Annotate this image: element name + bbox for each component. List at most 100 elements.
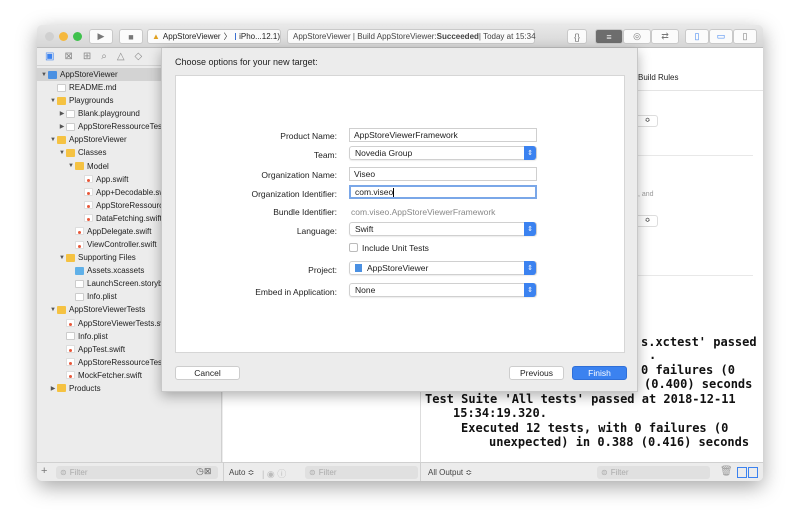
search-icon[interactable]: ⌕ xyxy=(101,51,107,62)
swift-icon xyxy=(84,188,93,197)
disclosure-triangle-icon[interactable]: ▼ xyxy=(49,98,57,104)
navigator-item-label: AppStoreViewerTests xyxy=(69,305,146,315)
close-button[interactable] xyxy=(45,32,54,41)
filter-icon: ⊜ xyxy=(601,468,608,477)
disclosure-triangle-icon[interactable]: ▼ xyxy=(58,255,66,261)
options-panel: Product Name: AppStoreViewerFramework Te… xyxy=(175,75,625,353)
navigator-item-label: ViewController.swift xyxy=(87,240,157,250)
console-line: 0 failures (0 xyxy=(641,363,735,377)
disclosure-triangle-icon[interactable]: ▼ xyxy=(49,307,57,313)
divider xyxy=(638,155,753,156)
disclosure-triangle-icon[interactable]: ▼ xyxy=(67,163,75,169)
zoom-button[interactable] xyxy=(73,32,82,41)
finish-button[interactable]: Finish xyxy=(572,366,627,380)
disclosure-triangle-icon[interactable]: ▼ xyxy=(40,72,48,78)
organization-name-field[interactable]: Viseo xyxy=(349,167,537,181)
select-arrows-icon: ⇕ xyxy=(524,222,536,236)
product-name-label: Product Name: xyxy=(280,131,337,141)
minimize-button[interactable] xyxy=(59,32,68,41)
navigator-item-label: Supporting Files xyxy=(78,253,136,263)
file-icon xyxy=(66,332,75,341)
console-line: 15:34:19.320. xyxy=(453,406,547,420)
folder-icon xyxy=(66,148,75,157)
previous-button[interactable]: Previous xyxy=(509,366,564,380)
cancel-button[interactable]: Cancel xyxy=(175,366,240,380)
filter-icon: ⊜ xyxy=(309,468,316,477)
navigator-item-label: App.swift xyxy=(96,174,129,184)
divider xyxy=(223,463,224,481)
recent-files-icon[interactable]: ◷⊠ xyxy=(196,466,211,477)
navigator-filter-input[interactable]: ⊜ Filter xyxy=(56,466,218,479)
embed-select[interactable]: None ⇕ xyxy=(349,283,537,297)
split-left-icon[interactable] xyxy=(737,467,747,478)
toolbar: ▶ ■ ▲ AppStoreViewer 〉 iPho...12.1) AppStor… xyxy=(37,25,763,48)
divider xyxy=(638,90,763,91)
product-name-field[interactable]: AppStoreViewerFramework xyxy=(349,128,537,142)
swift-icon xyxy=(84,175,93,184)
console-line: . xyxy=(649,348,657,362)
new-target-sheet: Choose options for your new target: Prod… xyxy=(161,48,638,392)
disclosure-triangle-icon[interactable]: ▶ xyxy=(58,110,66,117)
folder-icon xyxy=(57,384,66,393)
symbol-icon[interactable]: ⊞ xyxy=(83,51,91,62)
console-line: Executed 12 tests, with 0 failures (0 xyxy=(461,421,729,435)
console-line: Test Suite 'All tests' passed at 2018-12… xyxy=(425,392,736,406)
swift-icon xyxy=(75,227,84,236)
folder-icon[interactable]: ▣ xyxy=(45,51,54,62)
file-icon xyxy=(66,122,75,131)
run-button[interactable]: ▶ xyxy=(89,29,113,44)
swift-icon xyxy=(84,201,93,210)
assistant-editor-button[interactable]: ◎ xyxy=(623,29,651,44)
tab-build-rules[interactable]: Build Rules xyxy=(638,73,678,82)
split-right-icon[interactable] xyxy=(748,467,758,478)
swift-icon xyxy=(66,358,75,367)
include-unit-tests-label: Include Unit Tests xyxy=(362,243,429,253)
team-select[interactable]: Novedia Group ⇕ xyxy=(349,146,537,160)
file-icon xyxy=(75,279,84,288)
popup-stepper-icon[interactable]: ≎ xyxy=(638,115,658,127)
embed-label: Embed in Application: xyxy=(255,287,337,297)
source-control-icon[interactable]: ⊠ xyxy=(64,51,72,62)
organization-identifier-field[interactable]: com.viseo xyxy=(349,185,537,199)
disclosure-triangle-icon[interactable]: ▶ xyxy=(49,385,57,392)
standard-editor-button[interactable]: ≡ xyxy=(595,29,623,44)
output-select[interactable]: All Output ≎ xyxy=(428,468,472,477)
divider xyxy=(420,463,421,481)
version-editor-button[interactable]: ⇄ xyxy=(651,29,679,44)
toggle-debug-button[interactable]: ▭ xyxy=(709,29,733,44)
disclosure-triangle-icon[interactable]: ▼ xyxy=(49,137,57,143)
add-icon[interactable]: + xyxy=(41,465,47,477)
toggle-navigator-button[interactable]: ▯ xyxy=(685,29,709,44)
language-select[interactable]: Swift ⇕ xyxy=(349,222,537,236)
navigator-item-label: Info.plist xyxy=(78,331,108,341)
popup-stepper-icon[interactable]: ≎ xyxy=(638,215,658,227)
console-line: s.xctest' passed xyxy=(641,335,757,349)
project-select[interactable]: AppStoreViewer ⇕ xyxy=(349,261,537,275)
library-button[interactable]: {} xyxy=(567,29,587,44)
scheme-selector[interactable]: ▲ AppStoreViewer 〉 iPho...12.1) xyxy=(147,29,281,44)
test-icon[interactable]: ◇ xyxy=(135,51,143,62)
proj-icon xyxy=(48,70,57,79)
stop-button[interactable]: ■ xyxy=(119,29,143,44)
navigator-item-label: AppStoreViewer xyxy=(69,135,127,145)
variables-scope-select[interactable]: Auto ≎ xyxy=(229,468,254,477)
select-arrows-icon: ⇕ xyxy=(524,261,536,275)
navigator-item-label: Classes xyxy=(78,148,107,158)
folder-icon xyxy=(57,135,66,144)
swift-icon xyxy=(84,214,93,223)
trash-icon[interactable]: 🗑 xyxy=(720,466,733,477)
disclosure-triangle-icon[interactable]: ▶ xyxy=(58,123,66,130)
variables-filter-input[interactable]: ⊜ Filter xyxy=(305,466,418,479)
console-filter-input[interactable]: ⊜ Filter xyxy=(597,466,710,479)
file-icon xyxy=(66,109,75,118)
disclosure-triangle-icon[interactable]: ▼ xyxy=(58,150,66,156)
toggle-inspector-button[interactable]: ▯ xyxy=(733,29,757,44)
quick-look-icon[interactable]: | ◉ ⓘ xyxy=(262,467,286,480)
include-unit-tests-checkbox[interactable] xyxy=(349,243,358,252)
bundle-identifier-value: com.viseo.AppStoreViewerFramework xyxy=(351,207,496,217)
text-cursor xyxy=(393,187,395,197)
activity-status: AppStoreViewer | Build AppStoreViewer: S… xyxy=(287,29,536,44)
chevron-icon: 〉 xyxy=(223,32,232,41)
navigator-item-label: AppTest.swift xyxy=(78,344,126,354)
warning-icon[interactable]: △ xyxy=(117,51,125,62)
